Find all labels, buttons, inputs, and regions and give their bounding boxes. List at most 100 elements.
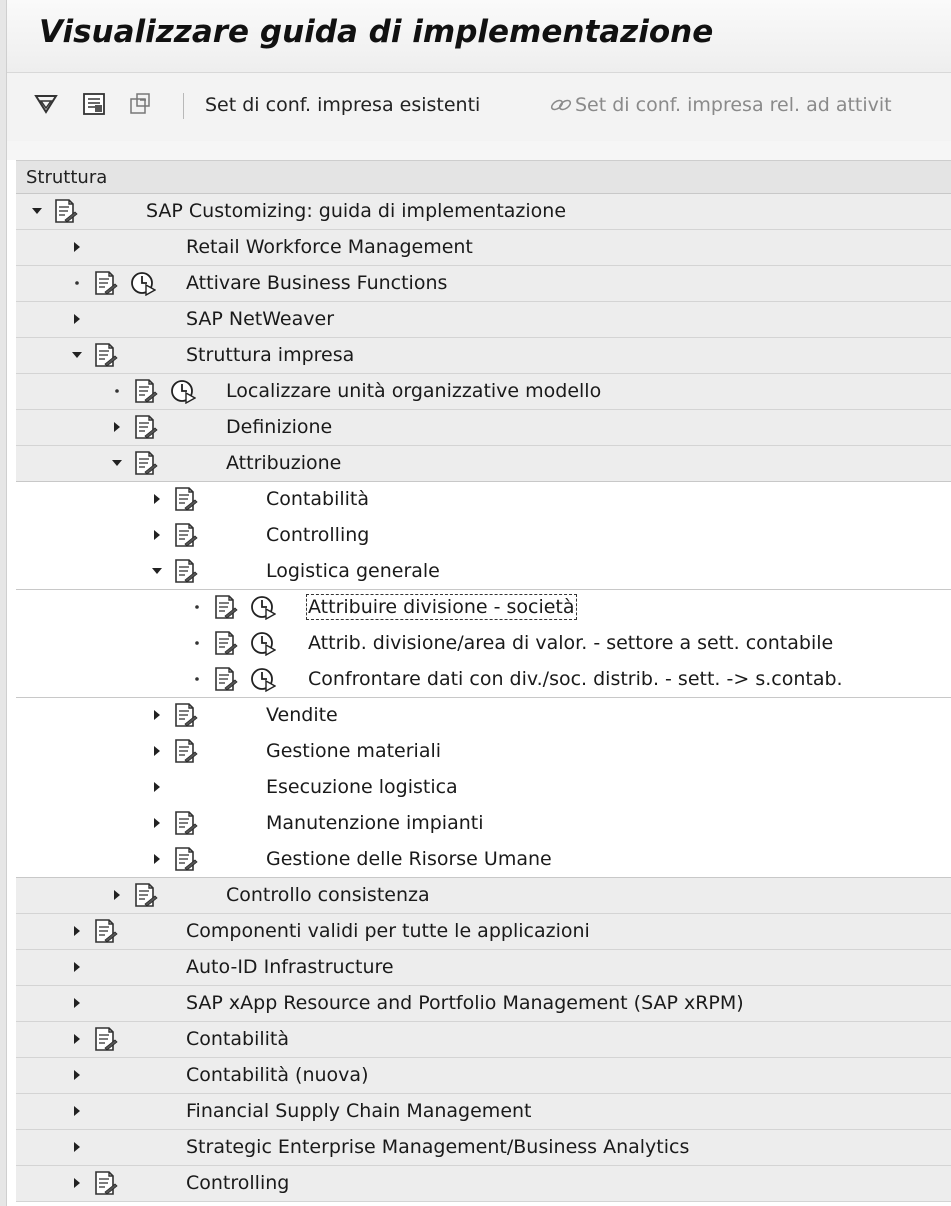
tree-node-label[interactable]: Localizzare unità organizzative modello [226,380,601,402]
tree-node-label[interactable]: Strategic Enterprise Management/Business… [186,1136,689,1158]
tree-node-label[interactable]: SAP xApp Resource and Portfolio Manageme… [186,992,744,1014]
tree-node-label[interactable]: Contabilità [266,488,369,510]
execute-activity-icon[interactable] [170,378,196,404]
expand-arrow-icon[interactable] [150,744,164,758]
expand-arrow-icon[interactable] [150,780,164,794]
tree-node-label[interactable]: Contabilità (nuova) [186,1064,368,1086]
documentation-icon[interactable] [81,91,107,117]
tree-node-label[interactable]: Financial Supply Chain Management [186,1100,532,1122]
tree-node-label[interactable]: Manutenzione impianti [266,812,484,834]
tree-node[interactable]: Vendite [16,698,951,734]
execute-activity-icon[interactable] [250,666,276,692]
tree-node-label[interactable]: Gestione delle Risorse Umane [266,848,552,870]
expand-arrow-icon[interactable] [150,852,164,866]
existing-bc-sets-button[interactable]: Set di conf. impresa esistenti [205,94,480,116]
tree-node[interactable]: Esecuzione logistica [16,770,951,806]
tree-node-label[interactable]: Attribuzione [226,452,341,474]
tree-node-label[interactable]: Struttura impresa [186,344,354,366]
tree-node-label[interactable]: Attivare Business Functions [186,272,447,294]
tree-node[interactable]: Attivare Business Functions [16,266,951,302]
tree-node[interactable]: Logistica generale [16,554,951,590]
expand-arrow-icon[interactable] [150,492,164,506]
documentation-doc-icon[interactable] [212,666,238,692]
tree-node-label[interactable]: SAP Customizing: guida di implementazion… [146,200,566,222]
collapse-arrow-icon[interactable] [150,564,164,578]
tree-node-label[interactable]: Gestione materiali [266,740,441,762]
tree-node-label[interactable]: Controllo consistenza [226,884,430,906]
expand-arrow-icon[interactable] [70,996,84,1010]
documentation-doc-icon[interactable] [92,342,118,368]
expand-arrow-icon[interactable] [150,816,164,830]
tree-node-label[interactable]: Auto-ID Infrastructure [186,956,394,978]
expand-arrow-icon[interactable] [110,420,124,434]
expand-arrow-icon[interactable] [70,1104,84,1118]
expand-arrow-icon[interactable] [70,1140,84,1154]
where-used-icon[interactable] [127,91,153,117]
documentation-doc-icon[interactable] [212,630,238,656]
execute-activity-icon[interactable] [250,630,276,656]
tree-node[interactable]: Componenti validi per tutte le applicazi… [16,914,951,950]
tree-node-label[interactable]: Attribuire divisione - società [306,594,577,620]
tree-node[interactable]: Gestione materiali [16,734,951,770]
expand-arrow-icon[interactable] [110,888,124,902]
tree-node[interactable]: Attribuzione [16,446,951,482]
collapse-arrow-icon[interactable] [110,456,124,470]
tree-node[interactable]: Financial Supply Chain Management [16,1094,951,1130]
tree-node[interactable]: Attrib. divisione/area di valor. - setto… [16,626,951,662]
documentation-doc-icon[interactable] [132,414,158,440]
tree-node-label[interactable]: Definizione [226,416,332,438]
tree-node-label[interactable]: Componenti validi per tutte le applicazi… [186,920,590,942]
documentation-doc-icon[interactable] [52,198,78,224]
tree-node-label[interactable]: Retail Workforce Management [186,236,473,258]
activity-bc-sets-button[interactable]: Set di conf. impresa rel. ad attivit [575,94,892,116]
documentation-doc-icon[interactable] [132,450,158,476]
documentation-doc-icon[interactable] [172,558,198,584]
tree-node[interactable]: Strategic Enterprise Management/Business… [16,1130,951,1166]
tree-node-label[interactable]: Confrontare dati con div./soc. distrib. … [308,668,843,690]
documentation-doc-icon[interactable] [172,522,198,548]
documentation-doc-icon[interactable] [132,378,158,404]
expand-arrow-icon[interactable] [70,1032,84,1046]
execute-activity-icon[interactable] [250,594,276,620]
tree-node[interactable]: Controlling [16,518,951,554]
documentation-doc-icon[interactable] [92,270,118,296]
documentation-doc-icon[interactable] [92,1170,118,1196]
documentation-doc-icon[interactable] [132,882,158,908]
tree-node[interactable]: SAP Customizing: guida di implementazion… [16,194,951,230]
expand-arrow-icon[interactable] [70,240,84,254]
tree-node[interactable]: SAP xApp Resource and Portfolio Manageme… [16,986,951,1022]
tree-node-label[interactable]: Contabilità [186,1028,289,1050]
tree-node-label[interactable]: Esecuzione logistica [266,776,458,798]
tree-node[interactable]: Controllo consistenza [16,878,951,914]
expand-arrow-icon[interactable] [70,924,84,938]
expand-arrow-icon[interactable] [70,1068,84,1082]
tree-node-label[interactable]: Controlling [266,524,369,546]
tree-node-label[interactable]: SAP NetWeaver [186,308,334,330]
expand-arrow-icon[interactable] [150,528,164,542]
execute-activity-icon[interactable] [130,270,156,296]
tree-node[interactable]: Contabilità [16,1022,951,1058]
documentation-doc-icon[interactable] [92,918,118,944]
tree-node[interactable]: Gestione delle Risorse Umane [16,842,951,878]
tree-node-label[interactable]: Vendite [266,704,338,726]
documentation-doc-icon[interactable] [92,1026,118,1052]
tree-node[interactable]: Auto-ID Infrastructure [16,950,951,986]
find-icon[interactable] [33,91,59,117]
tree-node[interactable]: Struttura impresa [16,338,951,374]
tree-node[interactable]: Contabilità (nuova) [16,1058,951,1094]
documentation-doc-icon[interactable] [172,846,198,872]
tree-node[interactable]: Attribuire divisione - società [16,590,951,626]
collapse-arrow-icon[interactable] [30,204,44,218]
documentation-doc-icon[interactable] [212,594,238,620]
collapse-arrow-icon[interactable] [70,348,84,362]
tree-node[interactable]: Contabilità [16,482,951,518]
tree-node[interactable]: Controlling [16,1166,951,1202]
tree-node-label[interactable]: Controlling [186,1172,289,1194]
tree-node[interactable]: Manutenzione impianti [16,806,951,842]
tree-node[interactable]: SAP NetWeaver [16,302,951,338]
expand-arrow-icon[interactable] [70,312,84,326]
documentation-doc-icon[interactable] [172,738,198,764]
expand-arrow-icon[interactable] [70,1176,84,1190]
tree-node-label[interactable]: Attrib. divisione/area di valor. - setto… [308,632,833,654]
tree-node[interactable]: Retail Workforce Management [16,230,951,266]
